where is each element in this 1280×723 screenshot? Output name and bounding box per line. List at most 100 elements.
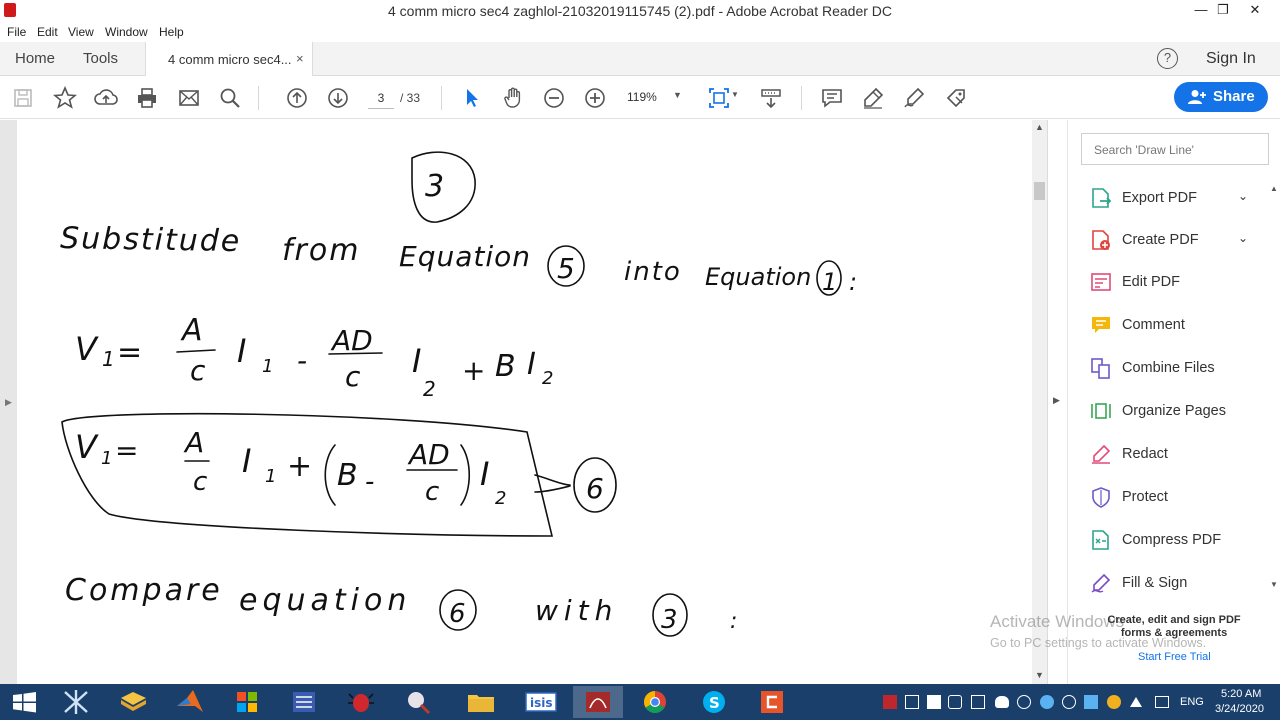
cloud-icon[interactable] <box>995 696 1009 708</box>
close-tab-icon[interactable]: × <box>296 51 304 66</box>
tray-app-icon[interactable] <box>927 695 941 709</box>
skype[interactable]: S <box>689 686 739 718</box>
tray-app-icon[interactable] <box>971 695 985 709</box>
acrobat[interactable] <box>573 686 623 718</box>
svg-text:I: I <box>237 332 246 370</box>
sign-in-link[interactable]: Sign In <box>1206 50 1256 68</box>
page-number-input[interactable]: 3 <box>368 87 394 109</box>
file-explorer-1[interactable] <box>108 686 158 718</box>
bug-app[interactable] <box>336 686 386 718</box>
save-icon[interactable] <box>11 86 35 110</box>
menu-help[interactable]: Help <box>159 25 184 39</box>
promo-text: Create, edit and sign PDF forms & agreem… <box>1107 614 1241 639</box>
restore-button[interactable]: ❐ <box>1208 0 1238 22</box>
svg-text:Compare: Compare <box>65 573 223 608</box>
tools-search-input[interactable]: Search 'Draw Line' <box>1081 133 1269 165</box>
page-down-icon[interactable] <box>326 86 350 110</box>
clock-time[interactable]: 5:20 AM <box>1221 688 1261 700</box>
print-icon[interactable] <box>135 86 159 110</box>
fit-dropdown-icon[interactable]: ▼ <box>731 90 739 99</box>
fit-page-icon[interactable] <box>707 86 731 110</box>
tray-app-icon[interactable] <box>1107 695 1121 709</box>
sign-icon[interactable] <box>902 86 926 110</box>
close-window-button[interactable]: ✕ <box>1240 0 1270 22</box>
clock-date[interactable]: 3/24/2020 <box>1215 703 1264 715</box>
menu-view[interactable]: View <box>68 25 94 39</box>
menu-edit[interactable]: Edit <box>37 25 58 39</box>
zoom-level[interactable]: 119% <box>627 90 657 104</box>
scroll-up-icon[interactable]: ▲ <box>1270 184 1278 193</box>
office[interactable] <box>222 686 272 718</box>
tab-document[interactable]: 4 comm micro sec4... × <box>145 42 313 76</box>
pdf-page[interactable]: 3 Substitude from Equation 5 into Equati… <box>17 120 1032 684</box>
scroll-down-icon[interactable]: ▼ <box>1270 580 1278 589</box>
help-icon[interactable]: ? <box>1157 48 1178 69</box>
app-5[interactable] <box>279 686 329 718</box>
svg-text:3: 3 <box>661 605 678 635</box>
scroll-mode-icon[interactable] <box>759 86 783 110</box>
show-hidden-icons[interactable] <box>1130 697 1142 707</box>
zoom-dropdown-icon[interactable]: ▼ <box>673 90 682 100</box>
svg-text:A: A <box>180 313 203 348</box>
tray-app-icon[interactable] <box>905 695 919 709</box>
matlab[interactable] <box>165 686 215 718</box>
tools-scrollbar[interactable]: ▲ ▼ <box>1268 182 1280 592</box>
scroll-down-icon[interactable]: ▼ <box>1035 670 1044 680</box>
collapse-pane-icon[interactable]: ▶ <box>1053 395 1060 406</box>
tray-app-icon[interactable] <box>1040 695 1054 709</box>
page-up-icon[interactable] <box>285 86 309 110</box>
upload-icon[interactable] <box>94 86 118 110</box>
expand-left-panel-icon[interactable]: ▶ <box>5 397 12 408</box>
tray-app-icon[interactable] <box>1084 695 1098 709</box>
tray-app-icon[interactable] <box>883 695 897 709</box>
comment-icon[interactable] <box>820 86 844 110</box>
tool-redact[interactable]: Redact <box>1090 440 1270 470</box>
tray-app-icon[interactable] <box>948 695 962 709</box>
tray-app-icon[interactable] <box>1062 695 1076 709</box>
search-icon[interactable] <box>218 86 242 110</box>
hand-icon[interactable] <box>501 86 525 110</box>
document-scrollbar[interactable]: ▲ ▼ <box>1032 120 1047 684</box>
tool-edit-pdf[interactable]: Edit PDF <box>1090 268 1270 298</box>
file-explorer[interactable] <box>456 686 506 718</box>
chevron-down-icon[interactable]: ⌄ <box>1238 189 1248 203</box>
start-free-trial-link[interactable]: Start Free Trial <box>1138 651 1211 663</box>
bookmark-star-icon[interactable] <box>52 85 78 110</box>
chrome[interactable] <box>630 686 680 718</box>
select-arrow-icon[interactable] <box>460 86 484 110</box>
toolbar: 3 / 33 119% ▼ ▼ Share <box>0 77 1280 119</box>
highlight-pen-icon[interactable] <box>861 86 885 110</box>
tool-combine-files[interactable]: Combine Files <box>1090 354 1270 384</box>
zoom-in-icon[interactable] <box>583 86 607 110</box>
tray-app-icon[interactable] <box>1017 695 1031 709</box>
chevron-down-icon[interactable]: ⌄ <box>1238 231 1248 245</box>
tool-compress-pdf[interactable]: Compress PDF <box>1090 526 1270 556</box>
left-panel-toggle[interactable]: ▶ <box>0 120 17 684</box>
isis[interactable]: isis <box>516 686 566 718</box>
start-button[interactable] <box>0 686 50 718</box>
tool-comment[interactable]: Comment <box>1090 311 1270 341</box>
app-1[interactable] <box>51 686 101 718</box>
tab-tools[interactable]: Tools <box>83 50 118 67</box>
svg-text:c: c <box>425 477 439 507</box>
fill-sign-icon[interactable] <box>944 86 968 110</box>
language-indicator[interactable]: ENG <box>1180 696 1204 708</box>
scroll-thumb[interactable] <box>1034 182 1045 200</box>
app-7[interactable] <box>393 686 443 718</box>
tool-protect[interactable]: Protect <box>1090 483 1270 513</box>
tool-export-pdf[interactable]: Export PDF ⌄ <box>1090 184 1270 214</box>
email-icon[interactable] <box>177 86 201 110</box>
app-13[interactable] <box>747 686 797 718</box>
svg-text:1: 1 <box>262 356 273 377</box>
scroll-up-icon[interactable]: ▲ <box>1035 122 1044 132</box>
share-button[interactable]: Share <box>1174 82 1268 112</box>
tab-home[interactable]: Home <box>15 50 55 67</box>
windows-logo-icon <box>13 692 36 713</box>
tool-create-pdf[interactable]: Create PDF ⌄ <box>1090 226 1270 256</box>
menu-file[interactable]: File <box>7 25 26 39</box>
tool-organize-pages[interactable]: Organize Pages <box>1090 397 1270 427</box>
network-icon[interactable] <box>1155 696 1169 708</box>
tool-fill-sign[interactable]: Fill & Sign <box>1090 569 1270 599</box>
zoom-out-icon[interactable] <box>542 86 566 110</box>
menu-window[interactable]: Window <box>105 25 148 39</box>
